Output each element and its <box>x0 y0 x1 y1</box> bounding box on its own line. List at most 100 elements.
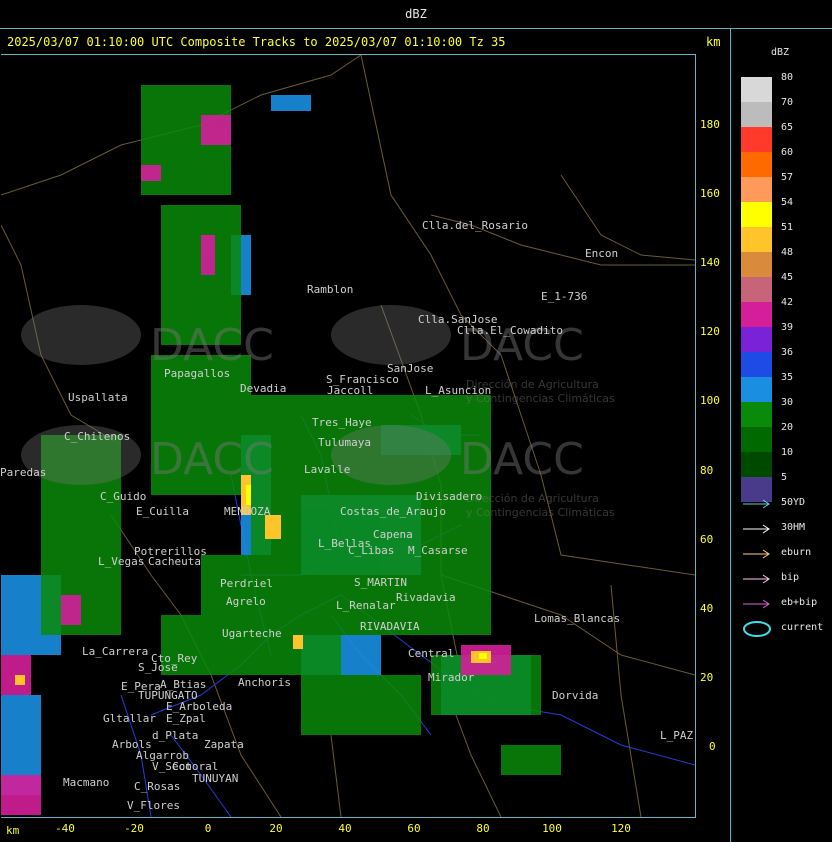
legend-swatch <box>741 77 772 102</box>
legend-swatch <box>741 352 772 377</box>
x-tick-label: 100 <box>542 822 562 835</box>
legend-swatch <box>741 427 772 452</box>
place-label: Ramblon <box>307 283 354 296</box>
place-label: Tres_Haye <box>312 416 372 429</box>
legend-track-label: eb+bip <box>781 597 818 608</box>
place-label: E_Zpal <box>166 712 206 725</box>
place-label: Jaccoll <box>327 384 374 397</box>
place-label: Mirador <box>428 671 475 684</box>
place-label: M_Casarse <box>408 544 468 557</box>
legend-swatch-label: 35 <box>781 372 794 383</box>
place-label: Lavalle <box>304 463 351 476</box>
y-tick-label: 60 <box>700 533 714 546</box>
y-tick-label: 120 <box>700 325 720 338</box>
place-label: Paredas <box>0 466 47 479</box>
place-label: C_Libas <box>348 544 395 557</box>
place-label: Lomas_Blancas <box>534 612 621 625</box>
y-tick-label: 40 <box>700 602 714 615</box>
legend-track-row: 50YD <box>741 495 831 513</box>
place-label: Dorvida <box>552 689 599 702</box>
x-tick-label: 60 <box>407 822 421 835</box>
legend-swatch <box>741 102 772 127</box>
legend-swatch <box>741 152 772 177</box>
place-label: d_Plata <box>152 729 199 742</box>
track-arrow-icon <box>743 574 770 584</box>
legend-title: dBZ <box>771 47 790 58</box>
place-label: Rivadavia <box>396 591 456 604</box>
legend-track-label: 50YD <box>781 497 806 508</box>
watermark-brand: DACC <box>150 434 274 485</box>
legend-track-row: bip <box>741 570 831 588</box>
legend-swatch-label: 42 <box>781 297 794 308</box>
place-label: L_Asuncion <box>425 384 492 397</box>
km-unit-label-bottom: km <box>6 824 20 837</box>
legend-swatch-label: 5 <box>781 472 788 483</box>
track-arrow-icon <box>743 499 770 509</box>
legend-swatch-label: 48 <box>781 247 794 258</box>
track-arrow-icon <box>743 599 770 609</box>
place-label: Tulumaya <box>318 436 371 449</box>
place-label: La_Carrera <box>82 645 149 658</box>
legend-track-row: eburn <box>741 545 831 563</box>
place-label: L_Renalar <box>336 599 396 612</box>
place-label: C_Chilenos <box>64 430 131 443</box>
place-label: E_Cuilla <box>136 505 189 518</box>
legend-track-row: eb+bip <box>741 595 831 613</box>
legend-swatch <box>741 177 772 202</box>
place-label: Costas_de_Araujo <box>340 505 446 518</box>
legend-swatch-label: 20 <box>781 422 794 433</box>
legend-swatch-label: 10 <box>781 447 794 458</box>
place-label: MENDOZA <box>224 505 271 518</box>
place-label: E_1-736 <box>541 290 588 303</box>
place-label: Perdriel <box>220 577 273 590</box>
legend-swatch <box>741 252 772 277</box>
legend-swatch <box>741 452 772 477</box>
km-unit-label-top: km <box>706 35 721 49</box>
legend-swatch <box>741 127 772 152</box>
legend-swatch <box>741 277 772 302</box>
place-label: Capena <box>373 528 413 541</box>
legend-swatch <box>741 377 772 402</box>
place-label: Devadia <box>240 382 287 395</box>
place-label: Gltallar <box>103 712 156 725</box>
place-label: V_Flores <box>127 799 180 812</box>
legend-swatch-label: 30 <box>781 397 794 408</box>
place-label: C_Guido <box>100 490 147 503</box>
legend-track-label: current <box>781 622 824 633</box>
place-label: Macmano <box>63 776 110 789</box>
legend-swatch-label: 51 <box>781 222 794 233</box>
x-tick-label: 0 <box>204 822 212 835</box>
y-tick-label: 160 <box>700 187 720 200</box>
place-label: Encon <box>585 247 619 260</box>
legend-swatch <box>741 202 772 227</box>
y-tick-label: 180 <box>700 118 720 131</box>
y-tick-label: 140 <box>700 256 720 269</box>
frame-title: dBZ <box>0 0 832 29</box>
watermark-subtext: Dirección de Agricultura y Contingencias … <box>466 492 615 519</box>
place-label: SanJose <box>387 362 434 375</box>
legend-swatch <box>741 302 772 327</box>
y-tick-label: 100 <box>700 394 720 407</box>
legend-track-row: current <box>741 620 831 638</box>
place-label: Divisadero <box>416 490 483 503</box>
track-arrow-icon <box>743 549 770 559</box>
legend-swatch-label: 45 <box>781 272 794 283</box>
x-tick-label: 40 <box>338 822 352 835</box>
place-label: S_MARTIN <box>354 576 407 589</box>
place-label: Central <box>408 647 455 660</box>
y-tick-label: 20 <box>700 671 714 684</box>
x-tick-label: 20 <box>269 822 283 835</box>
place-label: Zapata <box>204 738 244 751</box>
place-label: Papagallos <box>164 367 231 380</box>
legend-track-label: eburn <box>781 547 812 558</box>
legend-track-row: 30HM <box>741 520 831 538</box>
legend-swatch-label: 36 <box>781 347 794 358</box>
track-arrow-icon <box>743 524 770 534</box>
place-label: Cacheuta <box>148 555 201 568</box>
watermark-brand: DACC <box>150 320 274 371</box>
legend-swatch <box>741 227 772 252</box>
current-ellipse-icon <box>743 621 771 637</box>
place-label: TUNUYAN <box>192 772 239 785</box>
legend-track-label: bip <box>781 572 800 583</box>
y-tick-label: 80 <box>700 464 714 477</box>
